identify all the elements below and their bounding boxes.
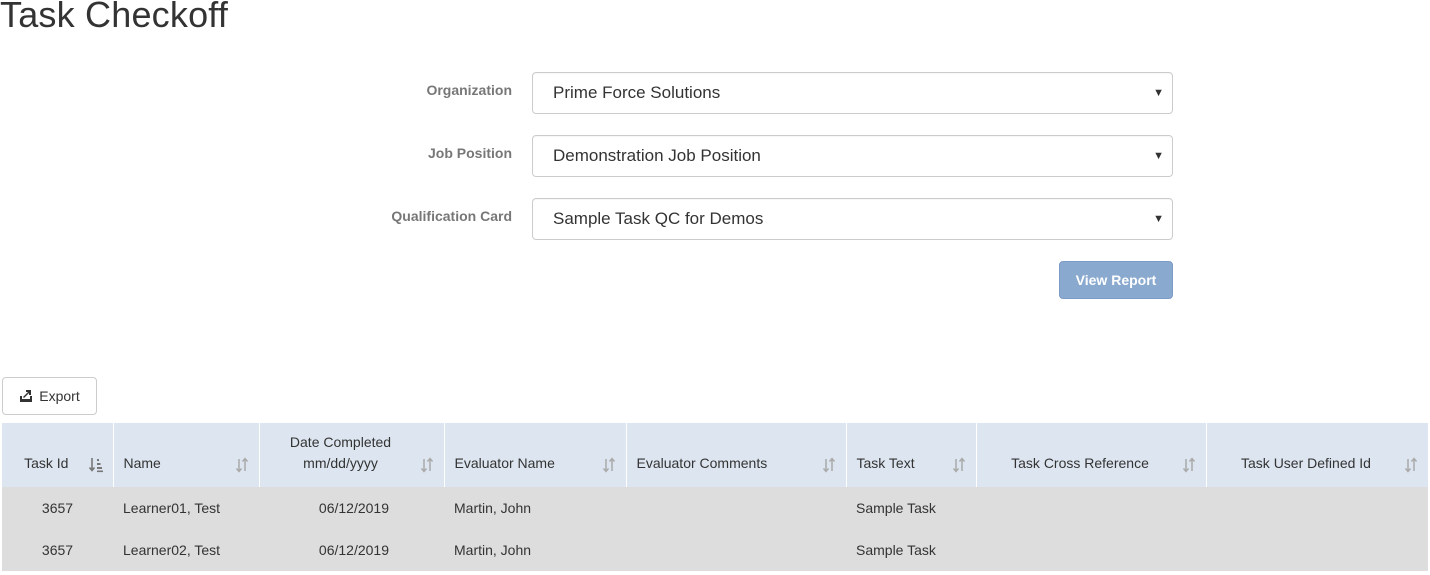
cell-name: Learner01, Test [113, 487, 259, 529]
job-position-row: Job Position Demonstration Job Position … [0, 135, 1173, 177]
qualification-card-label: Qualification Card [391, 208, 512, 224]
table-header-row: Task Id Name Date Completed mm/dd/yyyy Eval… [2, 423, 1429, 487]
cell-task-user-defined-id [1206, 487, 1428, 529]
column-header-evaluator-name[interactable]: Evaluator Name [444, 423, 627, 487]
sort-unsorted-icon[interactable] [822, 457, 836, 473]
column-header-label: Evaluator Comments [636, 455, 768, 471]
cell-task-id: 3657 [2, 487, 113, 529]
table-row[interactable]: 3657 Learner01, Test 06/12/2019 Martin, Joh… [2, 487, 1428, 529]
cell-task-text: Sample Task [846, 487, 976, 529]
sort-unsorted-icon[interactable] [1182, 457, 1196, 473]
organization-row: Organization Prime Force Solutions ▼ [0, 72, 1173, 114]
column-header-task-id[interactable]: Task Id [2, 423, 114, 487]
column-header-evaluator-comments[interactable]: Evaluator Comments [626, 423, 847, 487]
column-header-label: Evaluator Name [454, 455, 555, 471]
cell-task-user-defined-id [1206, 529, 1428, 571]
column-header-task-user-defined-id[interactable]: Task User Defined Id [1206, 423, 1429, 487]
cell-evaluator-comments [626, 487, 846, 529]
page-title: Task Checkoff [0, 0, 229, 35]
organization-select[interactable]: Prime Force Solutions ▼ [532, 72, 1173, 114]
column-header-label: Date Completed mm/dd/yyyy [289, 434, 392, 471]
job-position-label: Job Position [428, 145, 512, 161]
table-row[interactable]: 3657 Learner02, Test 06/12/2019 Martin, Joh… [2, 529, 1428, 571]
column-header-date-completed[interactable]: Date Completed mm/dd/yyyy [259, 423, 445, 487]
cell-name: Learner02, Test [113, 529, 259, 571]
sort-unsorted-icon[interactable] [952, 457, 966, 473]
column-header-task-cross-reference[interactable]: Task Cross Reference [976, 423, 1207, 487]
job-position-select[interactable]: Demonstration Job Position ▼ [532, 135, 1173, 177]
cell-evaluator-name: Martin, John [444, 487, 626, 529]
qualification-card-row: Qualification Card Sample Task QC for De… [0, 198, 1173, 240]
cell-task-cross-reference [976, 487, 1206, 529]
cell-date-completed: 06/12/2019 [259, 487, 444, 529]
organization-label: Organization [426, 82, 512, 98]
cell-date-completed: 06/12/2019 [259, 529, 444, 571]
view-report-button[interactable]: View Report [1059, 261, 1173, 299]
cell-task-id: 3657 [2, 529, 113, 571]
table-body: 3657 Learner01, Test 06/12/2019 Martin, Joh… [2, 487, 1428, 571]
export-icon [20, 390, 33, 402]
sort-ascending-icon[interactable] [88, 457, 103, 473]
column-header-label: Task Cross Reference [1011, 455, 1149, 471]
export-button[interactable]: Export [2, 377, 97, 415]
column-header-task-text[interactable]: Task Text [846, 423, 977, 487]
sort-unsorted-icon[interactable] [235, 457, 249, 473]
column-header-label: Name [123, 455, 161, 471]
sort-unsorted-icon[interactable] [420, 457, 434, 473]
sort-unsorted-icon[interactable] [602, 457, 616, 473]
qualification-card-select[interactable]: Sample Task QC for Demos ▼ [532, 198, 1173, 240]
caret-down-icon: ▼ [1153, 87, 1164, 99]
job-position-select-value: Demonstration Job Position [553, 146, 761, 165]
cell-evaluator-name: Martin, John [444, 529, 626, 571]
qualification-card-select-value: Sample Task QC for Demos [553, 209, 764, 228]
task-checkoff-table: Task Id Name Date Completed mm/dd/yyyy Eval… [2, 423, 1429, 571]
sort-unsorted-icon[interactable] [1404, 457, 1418, 473]
organization-select-value: Prime Force Solutions [553, 83, 721, 102]
caret-down-icon: ▼ [1153, 150, 1164, 162]
caret-down-icon: ▼ [1153, 213, 1164, 225]
column-header-name[interactable]: Name [113, 423, 260, 487]
column-header-label: Task Text [856, 455, 915, 471]
export-label: Export [39, 388, 80, 404]
cell-task-cross-reference [976, 529, 1206, 571]
cell-task-text: Sample Task [846, 529, 976, 571]
cell-evaluator-comments [626, 529, 846, 571]
column-header-label: Task User Defined Id [1241, 455, 1371, 471]
